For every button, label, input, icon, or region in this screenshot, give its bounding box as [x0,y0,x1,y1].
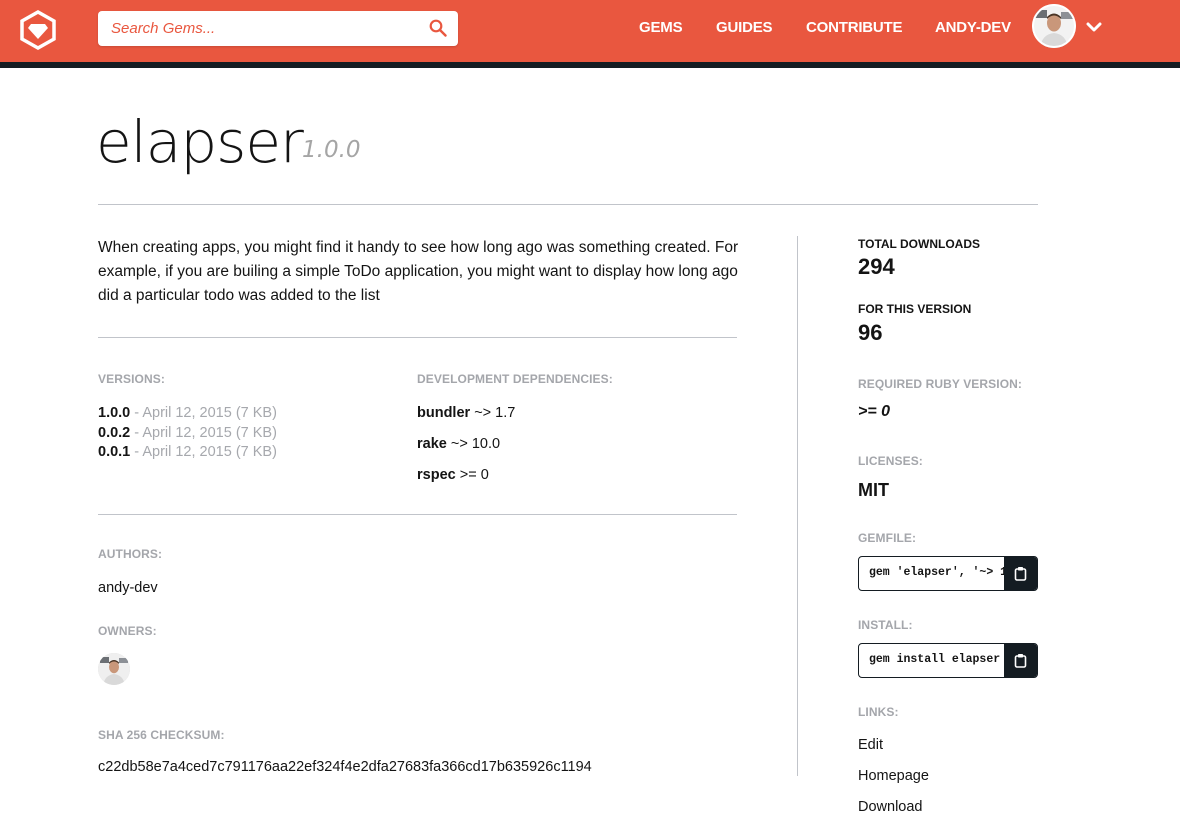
author-name: andy-dev [98,580,158,596]
header-stripe [0,62,1180,68]
dependency-item: rake ~> 10.0 [417,435,515,466]
licenses-label: LICENSES: [858,454,923,468]
nav-user-link[interactable]: ANDY-DEV [935,19,1011,36]
total-downloads-count: 294 [858,254,895,279]
description-divider [98,337,737,338]
version-item[interactable]: 0.0.2 - April 12, 2015 (7 KB) [98,424,277,444]
gemfile-snippet[interactable]: gem 'elapser', '~> 1.0' [858,556,1038,591]
dependency-requirement: ~> 1.7 [470,405,516,421]
versions-label: VERSIONS: [98,372,165,386]
checksum-value: c22db58e7a4ced7c791176aa22ef324f4e2dfa27… [98,759,592,775]
dependencies-list: bundler ~> 1.7 rake ~> 10.0 rspec >= 0 [417,404,515,497]
link-edit[interactable]: Edit [858,737,883,753]
search-input[interactable] [98,11,418,46]
nav-guides-link[interactable]: GUIDES [716,19,773,36]
search-icon[interactable] [429,19,447,37]
title-divider [98,204,1038,205]
gemfile-label: GEMFILE: [858,531,917,545]
checksum-label: SHA 256 CHECKSUM: [98,728,225,742]
dependency-requirement: ~> 10.0 [446,436,501,452]
dependency-name[interactable]: bundler [417,405,470,421]
owner-avatar[interactable] [98,653,130,685]
version-meta: - April 12, 2015 (7 KB) [130,444,277,460]
rubygems-logo-icon[interactable] [18,9,58,51]
gem-name: elapser [96,108,304,176]
license-value: MIT [858,480,889,500]
clipboard-icon [1014,567,1027,581]
links-label: LINKS: [858,705,899,719]
clipboard-icon [1014,654,1027,668]
search-box [98,11,458,46]
link-homepage[interactable]: Homepage [858,768,929,784]
version-number[interactable]: 0.0.1 [98,444,130,460]
gem-version: 1.0.0 [302,137,361,163]
version-item[interactable]: 1.0.0 - April 12, 2015 (7 KB) [98,404,277,424]
gem-description: When creating apps, you might find it ha… [98,239,739,304]
install-code[interactable]: gem install elapser [869,653,1005,666]
details-divider [98,514,737,515]
ruby-version-label: REQUIRED RUBY VERSION: [858,377,1023,391]
version-meta: - April 12, 2015 (7 KB) [130,424,277,441]
gemfile-copy-button[interactable] [1004,557,1037,590]
version-item[interactable]: 0.0.1 - April 12, 2015 (7 KB) [98,443,277,463]
ruby-version-value: >= 0 [858,403,891,420]
site-header: GEMS GUIDES CONTRIBUTE ANDY-DEV [0,0,1180,62]
user-avatar[interactable] [1032,4,1076,48]
versions-list: 1.0.0 - April 12, 2015 (7 KB) 0.0.2 - Ap… [98,404,277,463]
dependency-name[interactable]: rake [417,436,447,452]
dependency-item: bundler ~> 1.7 [417,404,515,435]
nav-contribute-link[interactable]: CONTRIBUTE [806,19,903,36]
install-copy-button[interactable] [1004,644,1037,677]
total-downloads-label: TOTAL DOWNLOADS [858,237,980,251]
version-downloads-label: FOR THIS VERSION [858,302,972,316]
version-meta: - April 12, 2015 (7 KB) [130,405,277,421]
install-label: INSTALL: [858,618,913,632]
version-number[interactable]: 0.0.2 [98,425,130,441]
chevron-down-icon[interactable] [1086,20,1102,32]
authors-label: AUTHORS: [98,547,163,561]
dependency-item: rspec >= 0 [417,466,515,497]
dependency-name[interactable]: rspec [417,467,456,483]
owners-label: OWNERS: [98,624,157,638]
link-download[interactable]: Download [858,799,923,815]
nav-gems-link[interactable]: GEMS [639,19,683,36]
dependencies-label: DEVELOPMENT DEPENDENCIES: [417,372,613,386]
version-number[interactable]: 1.0.0 [98,405,130,421]
version-downloads-count: 96 [858,320,883,345]
gemfile-code[interactable]: gem 'elapser', '~> 1.0' [869,566,1005,579]
sidebar-divider [797,236,798,776]
dependency-requirement: >= 0 [455,467,489,483]
install-snippet[interactable]: gem install elapser [858,643,1038,678]
